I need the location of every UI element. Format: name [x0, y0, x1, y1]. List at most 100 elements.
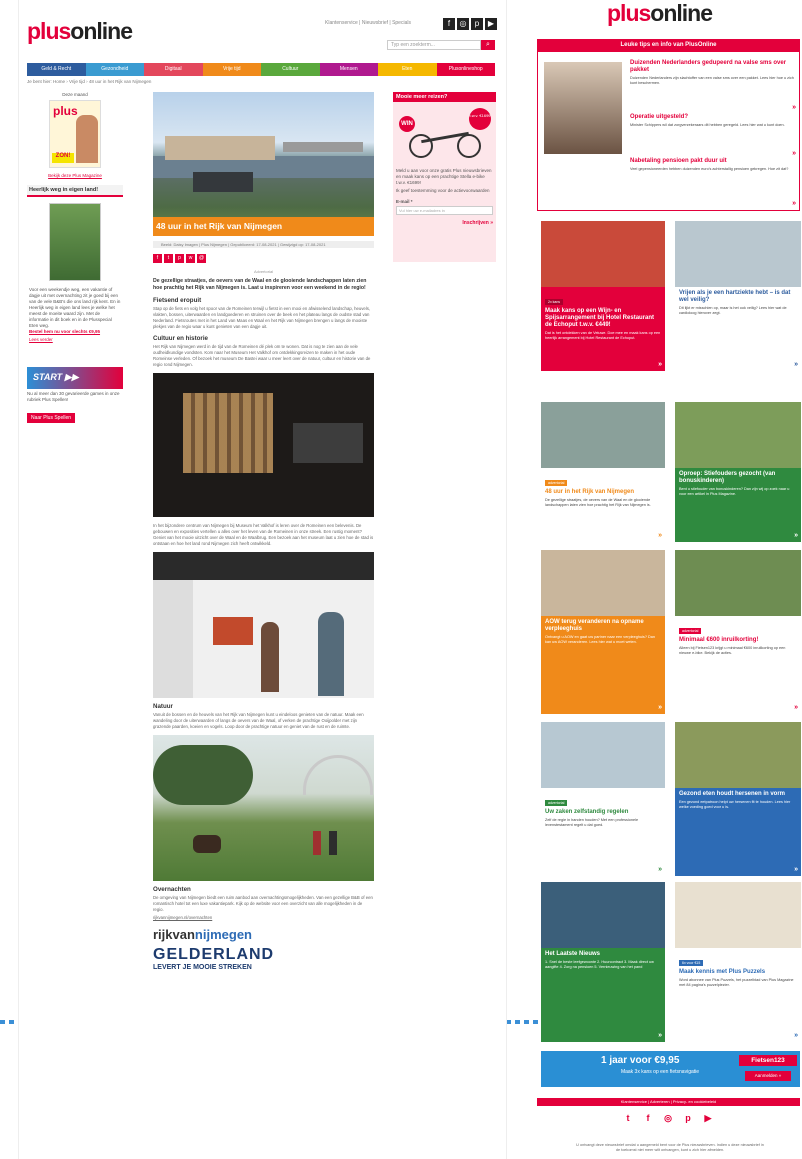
card-title: Minimaal €600 inruilkorting!: [679, 637, 759, 643]
top-item-1-arrow[interactable]: »: [792, 104, 796, 111]
newsletter-header: Leuke tips en info van PlusOnline: [537, 39, 800, 51]
newsletter-card[interactable]: Gezond eten houdt hersenen in vorm Een ge…: [675, 722, 801, 876]
book-text: Voor een weekendje weg, een vakantie of …: [29, 287, 121, 328]
newsletter-card[interactable]: AOW terug veranderen na opname verpleegh…: [541, 550, 665, 714]
card-text: 1. Snel de beste leefgewoonte 2. Huurcon…: [545, 960, 654, 969]
instagram-icon[interactable]: ◎: [457, 18, 469, 30]
facebook-icon[interactable]: f: [443, 18, 455, 30]
card-title: AOW terug veranderen na opname verpleegh…: [545, 619, 644, 632]
newsletter-card[interactable]: advertorial Minimaal €600 inruilkorting! A…: [675, 550, 801, 714]
gelderland-logo[interactable]: GELDERLAND LEVERT JE MOOIE STREKEN: [153, 946, 374, 971]
newsletter-logo[interactable]: plusonline: [607, 0, 713, 27]
top-item-2[interactable]: Operatie uitgesteld? Minister Schippers …: [630, 114, 796, 128]
card-image[interactable]: [541, 221, 665, 287]
nav-item[interactable]: Digitaal: [144, 63, 203, 76]
top-item-2-arrow[interactable]: »: [792, 150, 796, 157]
share-facebook-icon[interactable]: f: [153, 254, 162, 263]
share-email-icon[interactable]: @: [197, 254, 206, 263]
newsletter-card[interactable]: advertorial Uw zaken zelfstandig regelen Z…: [541, 722, 665, 876]
book-cover[interactable]: [49, 203, 101, 281]
card-arrow-icon[interactable]: »: [794, 1032, 798, 1039]
newsletter-card[interactable]: 2x kans Maak kans op een Wijn- en Spijsar…: [541, 221, 665, 371]
top-links[interactable]: Klantenservice | Nieuwsbrief | Specials: [325, 20, 411, 26]
card-arrow-icon[interactable]: »: [794, 532, 798, 539]
card-arrow-icon[interactable]: »: [658, 532, 662, 539]
signup-submit-button[interactable]: Inschrijven »: [393, 216, 496, 230]
card-title: Maak kennis met Plus Puzzels: [679, 969, 766, 975]
newsletter-card[interactable]: Oproep: Stiefouders gezocht (van bonuski…: [675, 402, 801, 542]
search-input[interactable]: Typ een zoekterm...: [387, 40, 481, 50]
share-twitter-icon[interactable]: t: [164, 254, 173, 263]
card-arrow-icon[interactable]: »: [794, 866, 798, 873]
ebike-image[interactable]: WIN t.w.v. €1699: [393, 102, 496, 168]
signup-legal: Ik geef toestemming voor de actievoorwaa…: [396, 188, 490, 193]
magazine-link[interactable]: Bekijk deze Plus Magazine: [27, 173, 123, 179]
games-button[interactable]: Naar Plus Spellen: [27, 413, 76, 423]
start-banner[interactable]: START ▶▶: [27, 367, 123, 389]
section-title-natuur: Natuur: [153, 703, 173, 710]
card-image[interactable]: [541, 882, 665, 948]
top-item-1[interactable]: Duizenden Nederlanders gedupeerd na vals…: [630, 60, 796, 86]
email-field[interactable]: Vul hier uw e-mailadres in: [396, 206, 493, 215]
instagram-icon[interactable]: ◎: [663, 1113, 673, 1123]
newsletter-card[interactable]: Het Laatste Nieuws 1. Snel de beste leefg…: [541, 882, 665, 1042]
footer-links[interactable]: Klantenservice | Adverteren | Privacy- e…: [537, 1098, 800, 1106]
breadcrumb: Je bent hier: Home › Vrije tijd › 48 uur…: [27, 79, 152, 84]
share-pinterest-icon[interactable]: p: [175, 254, 184, 263]
article-title: 48 uur in het Rijk van Nijmegen: [153, 217, 374, 236]
banner-button[interactable]: Aanmelden »: [745, 1071, 791, 1081]
overnachten-link[interactable]: rijkvannijmegen.nl/overnachten: [153, 915, 374, 921]
card-image[interactable]: [541, 402, 665, 468]
card-title: Uw zaken zelfstandig regelen: [545, 809, 629, 815]
top-item-3[interactable]: Nabetaling pensioen pakt duur uit Veel g…: [630, 158, 796, 172]
newsletter-card[interactable]: advertorial 48 uur in het Rijk van Nijmeg…: [541, 402, 665, 542]
card-arrow-icon[interactable]: »: [794, 361, 798, 368]
magazine-promo: Deze maand plus ZON! Bekijk deze Plus Ma…: [27, 92, 123, 179]
magazine-label: Deze maand: [62, 92, 88, 97]
card-image[interactable]: [675, 221, 801, 287]
book-box: Heerlijk weg in eigen land! Voor een wee…: [27, 185, 123, 343]
section-body-natuur: Vanuit de bossen en de heuvels van het R…: [153, 712, 364, 729]
card-arrow-icon[interactable]: »: [658, 1032, 662, 1039]
youtube-icon[interactable]: ▶: [485, 18, 497, 30]
share-buttons: f t p w @: [153, 254, 374, 263]
card-image[interactable]: [675, 402, 801, 468]
twitter-icon[interactable]: t: [623, 1113, 633, 1123]
section-body-museum: In het bijzondere centrum van Nijmegen b…: [153, 523, 374, 546]
nav-item[interactable]: Geld & Recht: [27, 63, 86, 76]
card-image[interactable]: [675, 882, 801, 948]
card-arrow-icon[interactable]: »: [658, 704, 662, 711]
book-more-link[interactable]: Lees verder: [27, 335, 123, 343]
youtube-icon[interactable]: ▶: [703, 1113, 713, 1123]
nature-image: [153, 735, 374, 881]
card-arrow-icon[interactable]: »: [658, 866, 662, 873]
pinterest-icon[interactable]: p: [471, 18, 483, 30]
newsletter-card[interactable]: Vrijen als je een hartziekte hebt – is d…: [675, 221, 801, 371]
nav-item[interactable]: Cultuur: [261, 63, 320, 76]
card-image[interactable]: [675, 722, 801, 788]
magazine-cover[interactable]: plus ZON!: [49, 100, 101, 168]
nav-item[interactable]: Gezondheid: [85, 63, 144, 76]
banner-brand: Fietsen123: [739, 1055, 797, 1066]
card-arrow-icon[interactable]: »: [658, 361, 662, 368]
nav-item[interactable]: Plusonlineshop: [436, 63, 495, 76]
nav-item[interactable]: Eten: [378, 63, 437, 76]
win-badge: WIN: [399, 116, 415, 132]
site-logo[interactable]: plusonline: [27, 18, 133, 45]
card-image[interactable]: [541, 550, 665, 616]
fietsen-banner[interactable]: 1 jaar voor €9,95 Maak 3x kans op een fi…: [541, 1051, 800, 1087]
nav-item[interactable]: Mensen: [319, 63, 378, 76]
facebook-icon[interactable]: f: [643, 1113, 653, 1123]
newsletter-card[interactable]: 6x voor €15 Maak kennis met Plus Puzzels W…: [675, 882, 801, 1042]
card-image[interactable]: [541, 722, 665, 788]
search-button[interactable]: ⌕: [481, 40, 495, 50]
card-arrow-icon[interactable]: »: [794, 704, 798, 711]
article-meta: Beeld: Daisy Imagen | Plus Nijmegen | Ge…: [153, 241, 374, 248]
pinterest-icon[interactable]: p: [683, 1113, 693, 1123]
share-whatsapp-icon[interactable]: w: [186, 254, 195, 263]
top-item-3-arrow[interactable]: »: [792, 200, 796, 207]
phone-woman-image[interactable]: [544, 62, 622, 154]
card-image[interactable]: [675, 550, 801, 616]
rijkvannijmegen-logo[interactable]: rijkvannijmegen: [153, 927, 374, 942]
nav-item[interactable]: Vrije tijd: [202, 63, 261, 76]
